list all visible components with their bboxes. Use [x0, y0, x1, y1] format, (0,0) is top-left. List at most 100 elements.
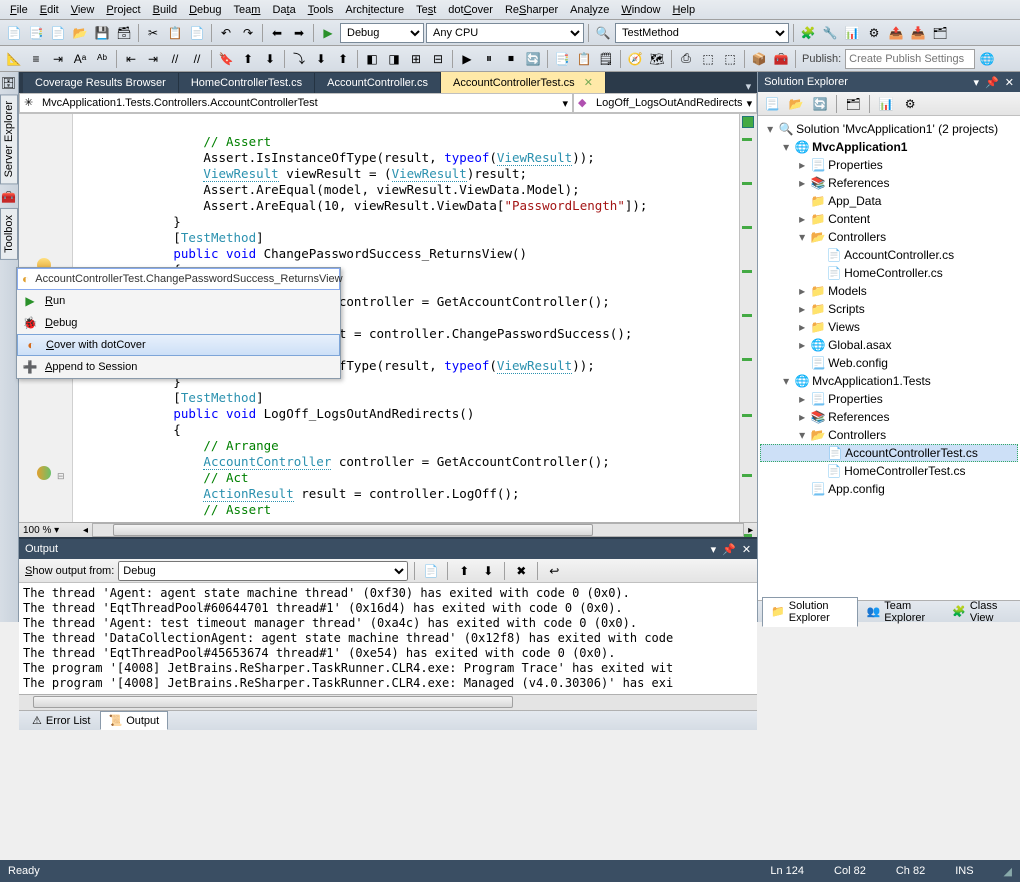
- tree-twisty-icon[interactable]: ▾: [780, 140, 792, 154]
- tb2-misc1[interactable]: ◧: [362, 49, 382, 69]
- tree-node-17[interactable]: ▾📂Controllers: [760, 426, 1018, 444]
- tree-node-19[interactable]: 📄HomeControllerTest.cs: [760, 462, 1018, 480]
- tree-node-6[interactable]: ▾📂Controllers: [760, 228, 1018, 246]
- menu-build[interactable]: Build: [147, 2, 183, 18]
- save-icon[interactable]: 💾: [92, 23, 112, 43]
- doctab-3[interactable]: AccountControllerTest.cs ✕: [441, 72, 606, 93]
- tb2-l[interactable]: ⬚: [720, 49, 740, 69]
- tree-node-4[interactable]: 📁App_Data: [760, 192, 1018, 210]
- tree-node-12[interactable]: ▸🌐Global.asax: [760, 336, 1018, 354]
- menu-edit[interactable]: Edit: [34, 2, 65, 18]
- menu-team[interactable]: Team: [228, 2, 267, 18]
- coverage-marker-icon[interactable]: [37, 466, 51, 480]
- toolbox-tab[interactable]: Toolbox: [0, 208, 18, 260]
- add-item-icon[interactable]: 📑: [26, 23, 46, 43]
- tree-node-14[interactable]: ▾🌐MvcApplication1.Tests: [760, 372, 1018, 390]
- type-combo[interactable]: ✳ MvcApplication1.Tests.Controllers.Acco…: [19, 93, 573, 113]
- tree-node-1[interactable]: ▾🌐MvcApplication1: [760, 138, 1018, 156]
- ext-icon-5[interactable]: 📤: [886, 23, 906, 43]
- tb2-b[interactable]: ⏸: [479, 49, 499, 69]
- tb2-misc3[interactable]: ⊞: [406, 49, 426, 69]
- menu-analyze[interactable]: Analyze: [564, 2, 615, 18]
- menu-dotcover[interactable]: dotCover: [442, 2, 499, 18]
- nav-back-icon[interactable]: ⬅: [267, 23, 287, 43]
- menu-help[interactable]: Help: [666, 2, 701, 18]
- tree-node-20[interactable]: 📃App.config: [760, 480, 1018, 498]
- config-combo[interactable]: Debug: [340, 23, 424, 43]
- output-pin-icon[interactable]: 📌: [722, 543, 736, 556]
- ext-icon-4[interactable]: ⚙: [864, 23, 884, 43]
- tb2-uncomment[interactable]: //: [187, 49, 207, 69]
- menu-resharper[interactable]: ReSharper: [499, 2, 564, 18]
- tree-node-9[interactable]: ▸📁Models: [760, 282, 1018, 300]
- tree-twisty-icon[interactable]: ▸: [796, 410, 808, 424]
- sol-pin-icon[interactable]: 📌: [985, 76, 999, 89]
- tb2-prev-bm[interactable]: ⬆: [238, 49, 258, 69]
- tree-node-0[interactable]: ▾🔍Solution 'MvcApplication1' (2 projects…: [760, 120, 1018, 138]
- close-tab-icon[interactable]: ✕: [581, 77, 593, 89]
- output-wordwrap-icon[interactable]: ↩: [544, 561, 564, 581]
- copy-icon[interactable]: 📋: [165, 23, 185, 43]
- tb2-i[interactable]: 🗺: [647, 49, 667, 69]
- new-file-icon[interactable]: 📄: [48, 23, 68, 43]
- tb2-g[interactable]: 🗒: [596, 49, 616, 69]
- tree-node-10[interactable]: ▸📁Scripts: [760, 300, 1018, 318]
- tb2-indent[interactable]: ⇤: [121, 49, 141, 69]
- tb2-misc4[interactable]: ⊟: [428, 49, 448, 69]
- tb2-f[interactable]: 📋: [574, 49, 594, 69]
- tree-twisty-icon[interactable]: ▾: [796, 230, 808, 244]
- right-tab-class-view[interactable]: 🧩Class View: [943, 597, 1016, 627]
- tb2-comment[interactable]: //: [165, 49, 185, 69]
- tb2-step-out[interactable]: ⬆: [333, 49, 353, 69]
- output-prev-icon[interactable]: ⬆: [454, 561, 474, 581]
- solution-tree[interactable]: ▾🔍Solution 'MvcApplication1' (2 projects…: [758, 116, 1020, 600]
- ext-icon-2[interactable]: 🔧: [820, 23, 840, 43]
- tree-twisty-icon[interactable]: ▸: [796, 284, 808, 298]
- tree-node-3[interactable]: ▸📚References: [760, 174, 1018, 192]
- tree-twisty-icon[interactable]: ▸: [796, 212, 808, 226]
- tb2-n[interactable]: 🧰: [771, 49, 791, 69]
- publish-input[interactable]: [845, 49, 975, 69]
- ext-icon-7[interactable]: 🗂: [930, 23, 950, 43]
- tree-node-7[interactable]: 📄AccountController.cs: [760, 246, 1018, 264]
- output-next-icon[interactable]: ⬇: [478, 561, 498, 581]
- output-source-combo[interactable]: Debug: [118, 561, 408, 581]
- ctx-append-to-session[interactable]: ➕Append to Session: [17, 356, 340, 378]
- menu-debug[interactable]: Debug: [183, 2, 227, 18]
- output-text[interactable]: The thread 'Agent: agent state machine t…: [19, 583, 757, 694]
- doctab-0[interactable]: Coverage Results Browser: [23, 73, 179, 93]
- output-close-icon[interactable]: ✕: [742, 543, 751, 556]
- tree-twisty-icon[interactable]: ▸: [796, 302, 808, 316]
- zoom-combo[interactable]: 100 % ▾: [19, 525, 79, 536]
- cut-icon[interactable]: ✂: [143, 23, 163, 43]
- tb2-5[interactable]: ᴬᵇ: [92, 49, 112, 69]
- tb2-outdent[interactable]: ⇥: [143, 49, 163, 69]
- menu-view[interactable]: View: [65, 2, 101, 18]
- tb2-a[interactable]: ▶: [457, 49, 477, 69]
- tree-node-2[interactable]: ▸📃Properties: [760, 156, 1018, 174]
- menu-test[interactable]: Test: [410, 2, 442, 18]
- tree-node-8[interactable]: 📄HomeController.cs: [760, 264, 1018, 282]
- save-all-icon[interactable]: 🗃: [114, 23, 134, 43]
- output-clear-icon[interactable]: ✖: [511, 561, 531, 581]
- tb2-bookmark[interactable]: 🔖: [216, 49, 236, 69]
- ctx-cover-with-dotcover[interactable]: ◐Cover with dotCover: [17, 334, 340, 356]
- tb2-c[interactable]: ⏹: [501, 49, 521, 69]
- find-icon[interactable]: 🔍: [593, 23, 613, 43]
- tb2-d[interactable]: 🔄: [523, 49, 543, 69]
- doctab-2[interactable]: AccountController.cs: [315, 73, 441, 93]
- right-tab-solution-explorer[interactable]: 📁Solution Explorer: [762, 597, 857, 627]
- ext-icon-6[interactable]: 📥: [908, 23, 928, 43]
- hscroll-left-icon[interactable]: ◂: [79, 525, 92, 536]
- sol-dropdown-icon[interactable]: ▾: [974, 76, 980, 89]
- tree-twisty-icon[interactable]: ▸: [796, 158, 808, 172]
- tb2-3[interactable]: ⇥: [48, 49, 68, 69]
- open-folder-icon[interactable]: 📂: [70, 23, 90, 43]
- tree-node-5[interactable]: ▸📁Content: [760, 210, 1018, 228]
- paste-icon[interactable]: 📄: [187, 23, 207, 43]
- tree-node-15[interactable]: ▸📃Properties: [760, 390, 1018, 408]
- tb2-m[interactable]: 📦: [749, 49, 769, 69]
- right-tab-team-explorer[interactable]: 👥Team Explorer: [858, 597, 944, 627]
- doctab-dropdown-icon[interactable]: ▾: [746, 80, 752, 93]
- tree-twisty-icon[interactable]: ▸: [796, 176, 808, 190]
